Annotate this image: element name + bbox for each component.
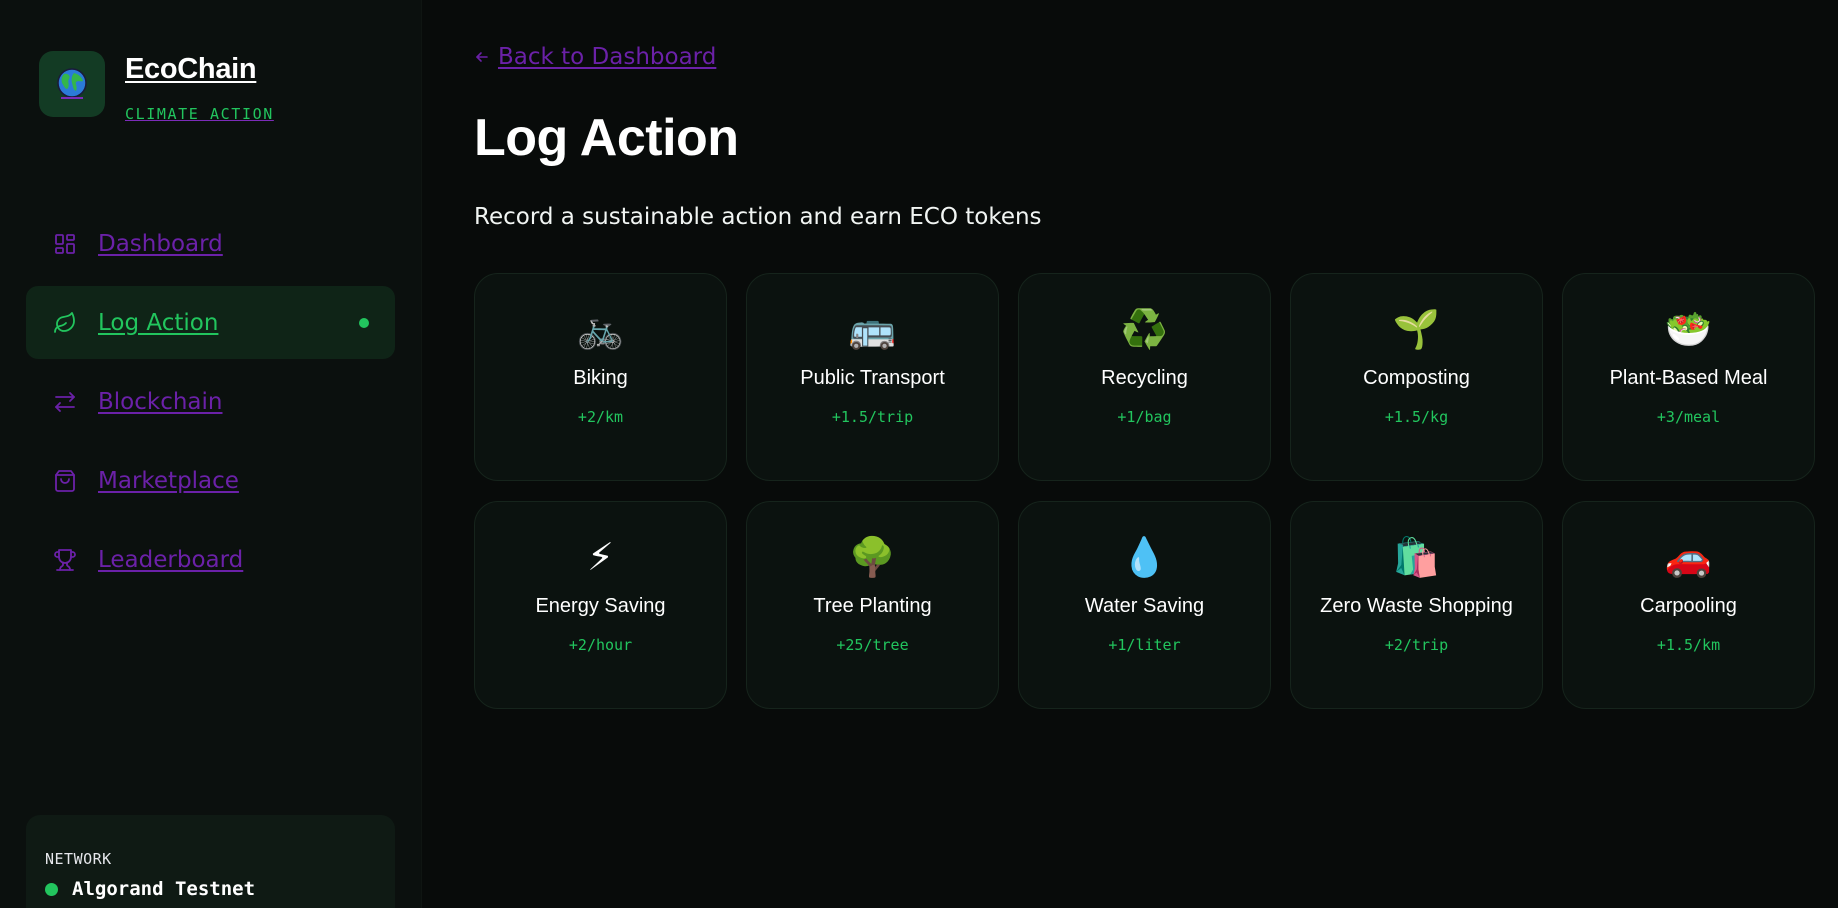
- bus-icon: 🚌: [848, 307, 897, 351]
- sidebar-item-label: Log Action: [98, 309, 219, 336]
- action-card-plant-based-meal[interactable]: 🥗 Plant-Based Meal +3/meal: [1562, 273, 1815, 481]
- sidebar-item-label: Leaderboard: [98, 546, 244, 573]
- action-card-public-transport[interactable]: 🚌 Public Transport +1.5/trip: [746, 273, 999, 481]
- shopping-bags-icon: 🛍️: [1392, 535, 1441, 579]
- action-name: Tree Planting: [813, 595, 932, 617]
- sidebar-item-log-action[interactable]: Log Action: [26, 286, 395, 359]
- action-grid: 🚲 Biking +2/km 🚌 Public Transport +1.5/t…: [474, 273, 1815, 709]
- action-card-composting[interactable]: 🌱 Composting +1.5/kg: [1290, 273, 1543, 481]
- droplet-icon: 💧: [1120, 535, 1169, 579]
- action-name: Biking: [573, 367, 628, 389]
- action-name: Recycling: [1101, 367, 1188, 389]
- bicycle-icon: 🚲: [576, 307, 625, 351]
- sidebar-item-leaderboard[interactable]: Leaderboard: [26, 523, 395, 596]
- car-icon: 🚗: [1664, 535, 1713, 579]
- brand-title: EcoChain: [125, 53, 257, 85]
- page-title: Log Action: [474, 109, 739, 167]
- salad-icon: 🥗: [1664, 307, 1713, 351]
- action-name: Carpooling: [1640, 595, 1737, 617]
- brand[interactable]: EcoChain CLIMATE ACTION: [39, 51, 274, 123]
- active-indicator-dot: [359, 317, 369, 328]
- transfer-icon: [52, 389, 78, 415]
- action-card-recycling[interactable]: ♻️ Recycling +1/bag: [1018, 273, 1271, 481]
- page-subtitle: Record a sustainable action and earn ECO…: [474, 204, 1042, 230]
- action-card-water-saving[interactable]: 💧 Water Saving +1/liter: [1018, 501, 1271, 709]
- sidebar-item-label: Dashboard: [98, 230, 223, 257]
- action-card-tree-planting[interactable]: 🌳 Tree Planting +25/tree: [746, 501, 999, 709]
- action-reward: +2/hour: [568, 636, 633, 654]
- arrow-left-icon: [476, 52, 488, 62]
- action-reward: +1/liter: [1108, 636, 1181, 654]
- action-name: Energy Saving: [535, 595, 666, 617]
- sidebar: EcoChain CLIMATE ACTION Dashboard Log Ac…: [0, 0, 422, 908]
- lightning-icon: ⚡: [587, 535, 614, 579]
- sidebar-item-dashboard[interactable]: Dashboard: [26, 207, 395, 280]
- action-name: Zero Waste Shopping: [1320, 595, 1513, 617]
- network-panel: NETWORK Algorand Testnet: [26, 815, 395, 908]
- back-link-label: Back to Dashboard: [498, 44, 717, 70]
- network-status-dot: [45, 882, 58, 896]
- shopping-bag-icon: [52, 468, 78, 494]
- leaf-icon: [52, 310, 78, 336]
- sidebar-item-label: Marketplace: [98, 467, 239, 494]
- action-card-biking[interactable]: 🚲 Biking +2/km: [474, 273, 727, 481]
- action-card-zero-waste-shopping[interactable]: 🛍️ Zero Waste Shopping +2/trip: [1290, 501, 1543, 709]
- action-name: Public Transport: [800, 367, 945, 389]
- logo: [39, 51, 105, 117]
- action-name: Plant-Based Meal: [1609, 367, 1768, 389]
- action-reward: +2/km: [577, 408, 624, 426]
- dashboard-icon: [52, 231, 78, 257]
- action-name: Water Saving: [1084, 595, 1205, 617]
- back-to-dashboard-link[interactable]: Back to Dashboard: [474, 44, 716, 70]
- action-reward: +1.5/km: [1656, 636, 1721, 654]
- action-reward: +1/bag: [1117, 408, 1172, 426]
- sidebar-item-blockchain[interactable]: Blockchain: [26, 365, 395, 438]
- action-card-energy-saving[interactable]: ⚡ Energy Saving +2/hour: [474, 501, 727, 709]
- sidebar-nav: Dashboard Log Action Blockchain Marketpl…: [26, 207, 395, 602]
- action-name: Composting: [1363, 367, 1470, 389]
- action-reward: +25/tree: [836, 636, 909, 654]
- network-label: NETWORK: [45, 850, 112, 868]
- seedling-icon: 🌱: [1392, 307, 1441, 351]
- action-reward: +3/meal: [1656, 408, 1721, 426]
- action-reward: +1.5/trip: [831, 408, 914, 426]
- globe-icon: [57, 68, 87, 99]
- brand-subtitle: CLIMATE ACTION: [125, 105, 274, 123]
- trophy-icon: [52, 547, 78, 573]
- network-name: Algorand Testnet: [72, 878, 256, 900]
- tree-icon: 🌳: [848, 535, 897, 579]
- sidebar-item-marketplace[interactable]: Marketplace: [26, 444, 395, 517]
- action-reward: +1.5/kg: [1384, 408, 1449, 426]
- sidebar-item-label: Blockchain: [98, 388, 223, 415]
- recycle-icon: ♻️: [1120, 307, 1169, 351]
- action-reward: +2/trip: [1384, 636, 1449, 654]
- action-card-carpooling[interactable]: 🚗 Carpooling +1.5/km: [1562, 501, 1815, 709]
